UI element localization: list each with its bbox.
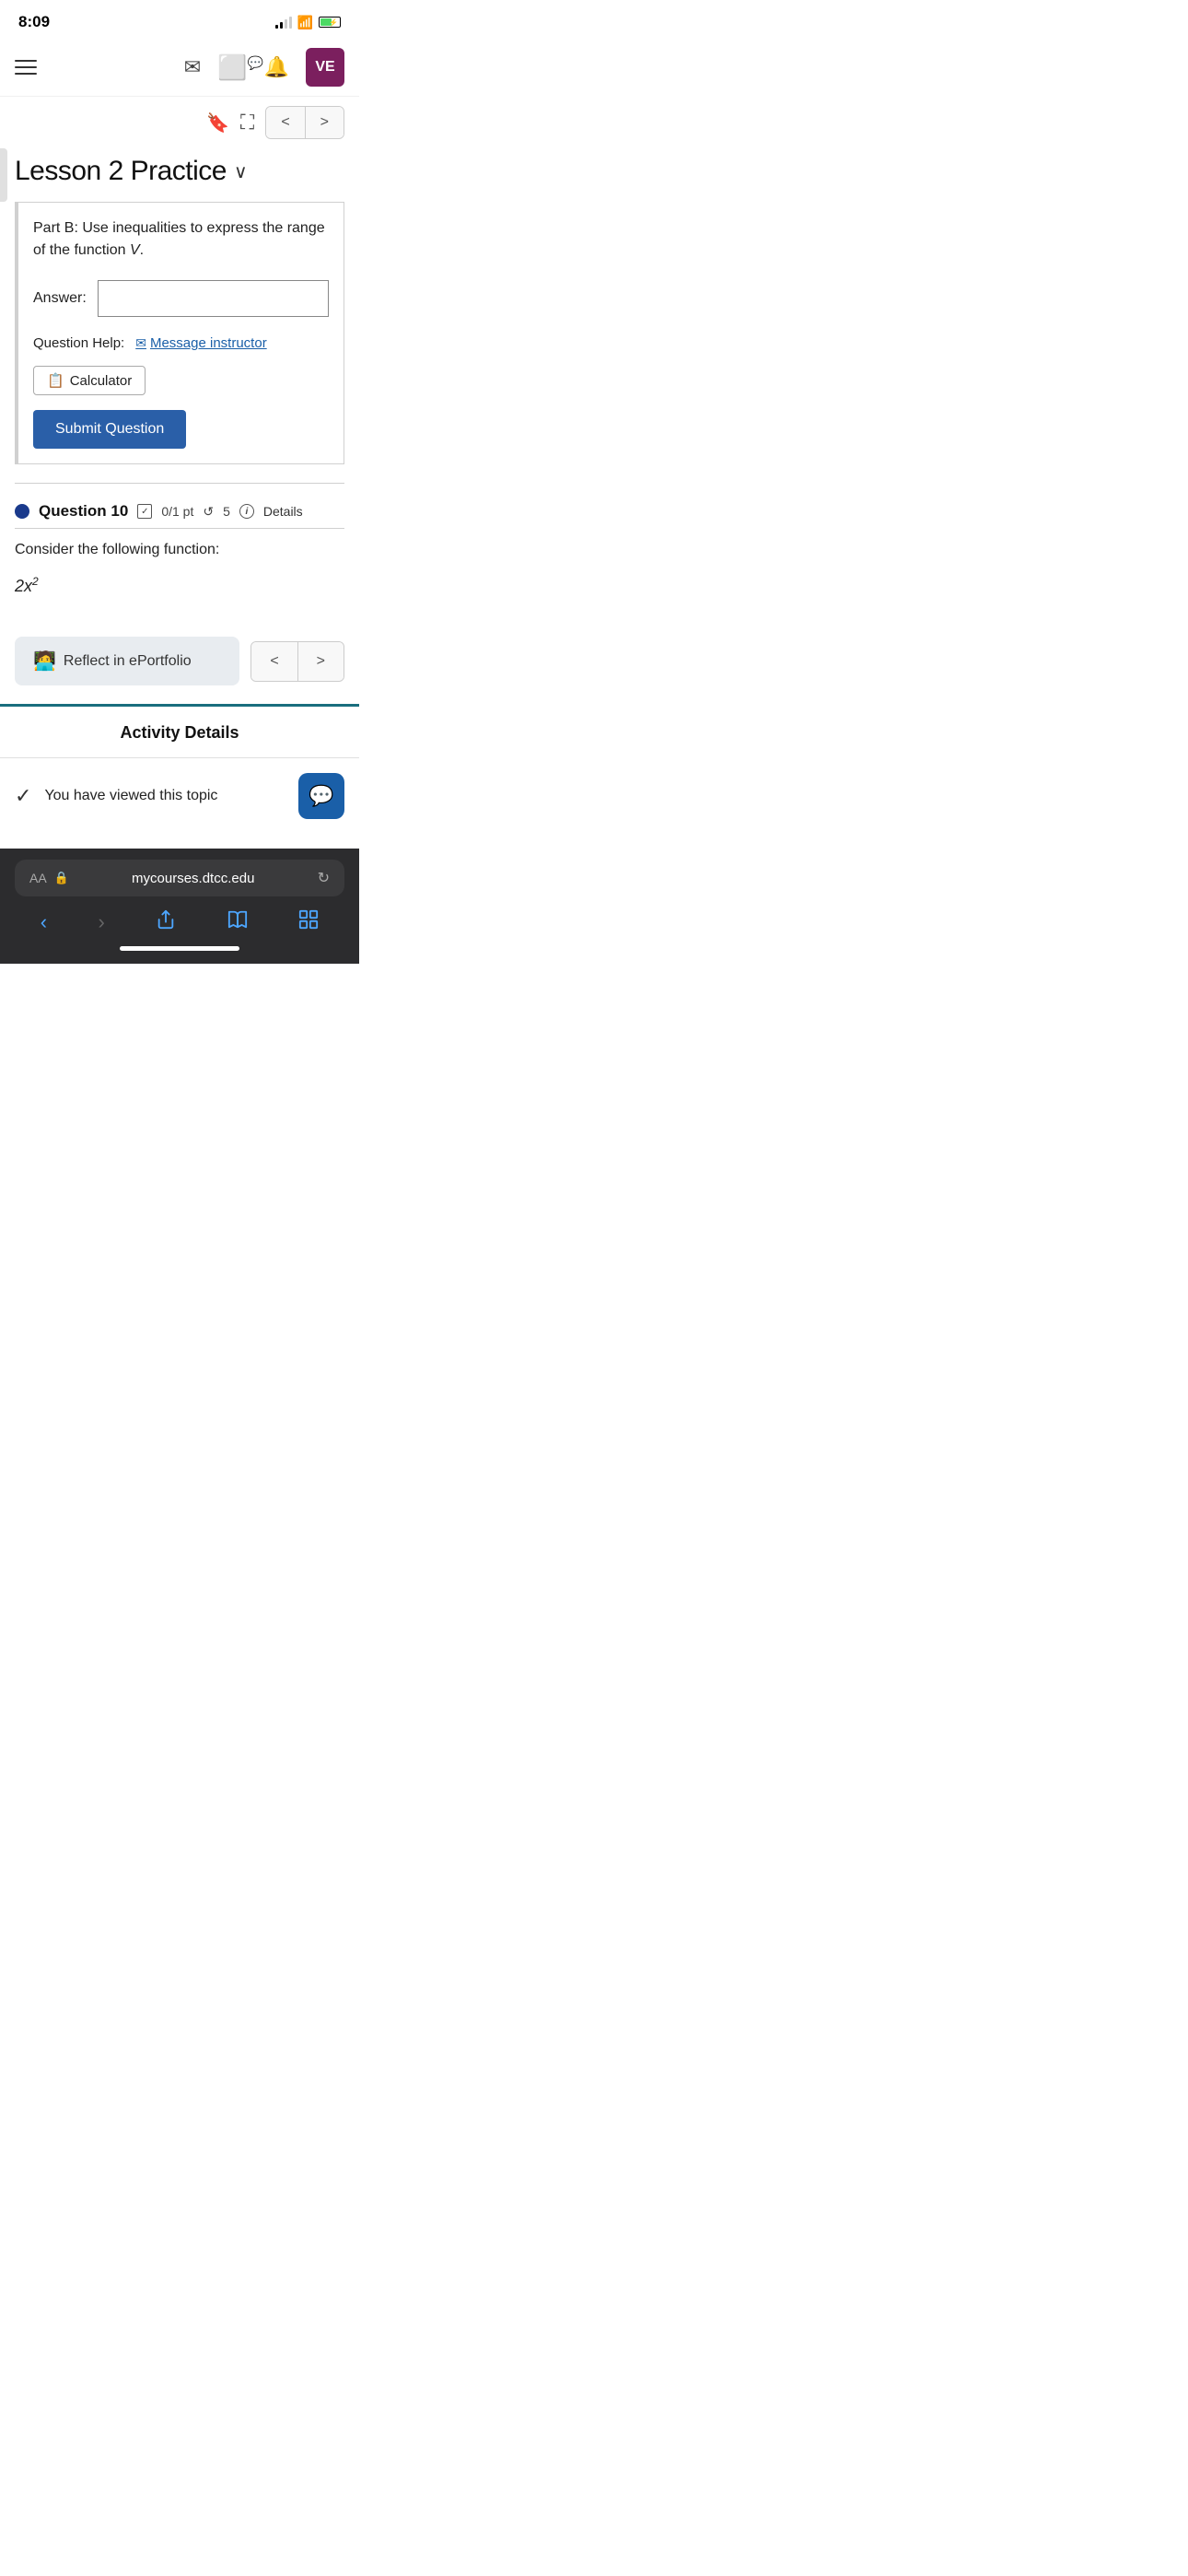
bell-icon[interactable]: 🔔 <box>264 55 289 79</box>
browser-tabs-button[interactable] <box>298 909 319 935</box>
nav-icons: ✉ ⬜💬 🔔 VE <box>184 48 344 87</box>
browser-back-button[interactable]: ‹ <box>41 910 47 934</box>
reflect-icon: 🧑‍💻 <box>33 650 56 673</box>
activity-details-header: Activity Details <box>0 707 359 758</box>
chat-icon[interactable]: ⬜💬 <box>217 53 247 82</box>
prev-arrow-button[interactable]: < <box>266 107 305 138</box>
bottom-nav-arrows: < > <box>250 641 344 682</box>
browser-forward-button[interactable]: › <box>99 910 105 934</box>
question-dot <box>15 504 29 519</box>
reload-button[interactable]: ↻ <box>318 869 330 887</box>
question-help-label: Question Help: <box>33 335 124 351</box>
text-size-button[interactable]: AA <box>29 871 47 885</box>
answer-label: Answer: <box>33 290 87 307</box>
status-icons: 📶 ⚡ <box>275 15 341 30</box>
part-b-text: Part B: Use inequalities to express the … <box>33 217 329 262</box>
calculator-button[interactable]: 📋 Calculator <box>33 366 146 395</box>
answer-row: Answer: <box>33 280 329 317</box>
calculator-row: 📋 Calculator <box>33 366 329 395</box>
chat-button-icon: 💬 <box>309 784 333 808</box>
page-title: Lesson 2 Practice <box>15 156 227 187</box>
bottom-prev-arrow-button[interactable]: < <box>251 642 297 681</box>
consider-text: Consider the following function: <box>15 542 344 558</box>
q10-divider <box>15 528 344 529</box>
hamburger-menu[interactable] <box>15 60 37 75</box>
battery-icon: ⚡ <box>319 17 341 28</box>
status-bar: 8:09 📶 ⚡ <box>0 0 359 39</box>
retry-count: 5 <box>223 504 230 519</box>
checkbox-icon: ✓ <box>137 504 152 519</box>
submit-question-button[interactable]: Submit Question <box>33 410 186 449</box>
message-instructor-link[interactable]: ✉ Message instructor <box>135 335 266 351</box>
bottom-next-arrow-button[interactable]: > <box>298 642 344 681</box>
question-10-header: Question 10 ✓ 0/1 pt ↺ 5 i Details <box>15 502 344 521</box>
url-bar: AA 🔒 mycourses.dtcc.edu ↻ <box>15 860 344 896</box>
reflect-eportfolio-button[interactable]: 🧑‍💻 Reflect in ePortfolio <box>15 637 239 685</box>
activity-item-text: You have viewed this topic <box>44 788 285 804</box>
question-meta: ✓ 0/1 pt ↺ 5 i Details <box>137 504 302 520</box>
toolbar-nav-arrows: < > <box>265 106 344 139</box>
toolbar: 🔖 ⛶ < > <box>0 97 359 148</box>
activity-item: ✓ You have viewed this topic 💬 <box>0 758 359 834</box>
wifi-icon: 📶 <box>297 15 313 30</box>
content-area: Part B: Use inequalities to express the … <box>0 202 359 603</box>
home-indicator <box>120 946 239 951</box>
browser-nav: ‹ › <box>15 896 344 943</box>
signal-bars-icon <box>275 16 292 29</box>
browser-bar: AA 🔒 mycourses.dtcc.edu ↻ ‹ › <box>0 849 359 964</box>
answer-input[interactable] <box>98 280 329 317</box>
activity-details-section: Activity Details ✓ You have viewed this … <box>0 704 359 834</box>
title-dropdown-icon[interactable]: ∨ <box>234 160 248 183</box>
expand-icon[interactable]: ⛶ <box>240 111 254 135</box>
url-text[interactable]: mycourses.dtcc.edu <box>76 871 310 886</box>
user-avatar[interactable]: VE <box>306 48 344 87</box>
chat-button[interactable]: 💬 <box>298 773 344 819</box>
lock-icon: 🔒 <box>54 871 69 885</box>
question-10-section: Question 10 ✓ 0/1 pt ↺ 5 i Details Consi… <box>15 502 344 603</box>
info-icon: i <box>239 504 254 519</box>
page-title-row: Lesson 2 Practice ∨ <box>0 148 359 202</box>
mail-icon[interactable]: ✉ <box>184 55 201 79</box>
bookmark-icon[interactable]: 🔖 <box>206 111 229 135</box>
envelope-icon: ✉ <box>135 335 146 351</box>
calculator-icon: 📋 <box>47 372 64 389</box>
nav-bar: ✉ ⬜💬 🔔 VE <box>0 39 359 97</box>
retry-icon: ↺ <box>203 504 214 520</box>
question-help-row: Question Help: ✉ Message instructor <box>33 335 329 351</box>
bottom-toolbar: 🧑‍💻 Reflect in ePortfolio < > <box>0 626 359 697</box>
next-arrow-button[interactable]: > <box>306 107 344 138</box>
question-score: 0/1 pt <box>161 504 193 519</box>
section-divider <box>15 483 344 484</box>
check-icon: ✓ <box>15 784 31 808</box>
details-link[interactable]: Details <box>263 504 303 519</box>
browser-bookmarks-button[interactable] <box>227 909 248 935</box>
part-b-box: Part B: Use inequalities to express the … <box>15 202 344 464</box>
side-tab <box>0 148 7 202</box>
math-expression: 2x2 <box>15 568 344 603</box>
question-10-title: Question 10 <box>39 502 128 521</box>
browser-share-button[interactable] <box>156 909 176 935</box>
status-time: 8:09 <box>18 13 50 31</box>
